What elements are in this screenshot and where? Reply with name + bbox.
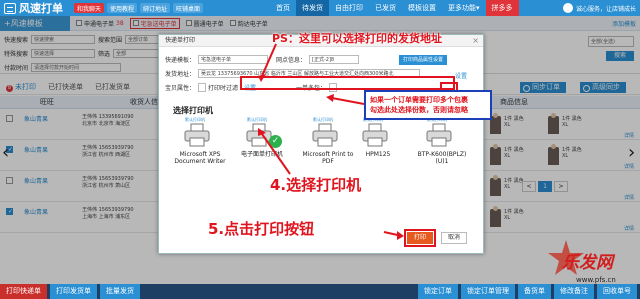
field-option: 打印时过滤 [208, 85, 239, 92]
main-nav: 首页 待发货 自由打印 已发货 模板设置 更多功能▾ 拼多多 [270, 0, 519, 16]
printer-icon [362, 123, 388, 147]
lock-manage-button[interactable]: 锁定订单管理 [461, 284, 515, 299]
printer-label: Microsoft Print to PDF [302, 151, 354, 165]
printer-label: 电子面单打印机 [240, 151, 283, 158]
field-label: 宝贝属性： [165, 85, 196, 92]
user-area[interactable]: 诚心服务，让店铺成长 [562, 0, 636, 16]
tutorial-button[interactable]: 使用教程 [107, 3, 138, 13]
annotation-step5: 5.点击打印按钮 [208, 220, 315, 238]
printer-icon [312, 123, 338, 147]
print-invoice-button[interactable]: 打印发货单 [50, 284, 97, 299]
filter-checkbox[interactable] [198, 83, 207, 92]
printer-section-title: 选择打印机 [173, 106, 213, 115]
user-text: 诚心服务，让店铺成长 [575, 5, 636, 13]
nav-shipped[interactable]: 已发货 [369, 0, 402, 16]
nav-home[interactable]: 首页 [270, 0, 296, 16]
nav-template-settings[interactable]: 模板设置 [402, 0, 442, 16]
template-row: 快递模板： 宅急送电子单 网点信息： [正式-2]8 [165, 55, 360, 64]
printer-label: Microsoft XPS Document Writer [174, 151, 226, 165]
bind-address-button[interactable]: 绑订地址 [140, 3, 171, 13]
print-attr-settings-button[interactable]: 打印商品属性设置 [399, 55, 448, 65]
annotation-text: 如果一个订单需要打印多个包裹 [370, 96, 468, 104]
nav-pending-shipment[interactable]: 待发货 [296, 0, 329, 16]
selected-check-icon: ✓ [269, 135, 282, 148]
top-app-bar: 风速打单 和我聊天 使用教程 绑订地址 旺铺桌面 首页 待发货 自由打印 已发货… [0, 0, 640, 16]
chat-button[interactable]: 和我聊天 [74, 3, 105, 13]
app-title: 风速打单 [19, 2, 63, 15]
printer-option[interactable]: 默认打印机 Microsoft Print to PDF [301, 117, 355, 179]
field-label: 快递模板： [165, 57, 196, 64]
watermark-logo: 乐发网 www.pfs.cn [546, 238, 634, 296]
avatar [562, 3, 573, 13]
desktop-button[interactable]: 旺铺桌面 [173, 3, 204, 13]
printer-option[interactable]: 默认打印机 HPM125 [351, 117, 405, 179]
bottom-action-bar: 打印快递单 打印发货单 批量发货 锁定订单 锁定订单管理 备货单 修改备注 回收… [0, 284, 640, 299]
sender-address-highlight [240, 76, 455, 90]
logo-icon [4, 2, 16, 14]
sender-settings-link[interactable]: 设置 [455, 71, 467, 80]
template-select[interactable]: 宅急送电子单 [198, 55, 269, 64]
close-icon[interactable]: × [472, 36, 479, 45]
network-select[interactable]: [正式-2]8 [309, 55, 360, 64]
field-label: 网点信息： [276, 57, 307, 64]
annotation-text: 勾选此处选择份数，否则请忽略 [370, 106, 468, 114]
printer-option-selected[interactable]: 默认打印机 ✓ 电子面单打印机 [235, 117, 289, 179]
app-logo: 风速打单 [0, 0, 74, 16]
batch-ship-button[interactable]: 批量发货 [100, 284, 140, 299]
nav-more[interactable]: 更多功能▾ [442, 0, 486, 16]
print-express-button[interactable]: 打印快递单 [0, 284, 47, 299]
nav-pinduoduo[interactable]: 拼多多 [485, 0, 519, 16]
printer-icon [184, 123, 210, 147]
printer-label: HPM125 [365, 151, 391, 158]
watermark-url: www.pfs.cn [576, 276, 616, 284]
annotation-step4: 4.选择打印机 [270, 176, 362, 194]
print-dialog: 快递单打印 × 快递模板： 宅急送电子单 网点信息： [正式-2]8 打印商品属… [158, 34, 484, 254]
field-label: 发货地址： [165, 71, 196, 78]
cancel-button[interactable]: 取消 [441, 232, 467, 244]
watermark-text: 乐发网 [562, 253, 613, 273]
lock-order-button[interactable]: 锁定订单 [418, 284, 458, 299]
printer-icon [246, 123, 272, 147]
printer-icon [426, 123, 452, 147]
annotation-address-note: PS：这里可以选择打印的发货地址 [272, 32, 442, 45]
print-button-highlight [404, 229, 436, 247]
printer-option[interactable]: 默认打印机 Microsoft XPS Document Writer [173, 117, 227, 179]
printer-label: BTP-K600(BPLZ) (U)1 [417, 151, 467, 165]
annotation-multipackage-box: 如果一个订单需要打印多个包裹 勾选此处选择份数，否则请忽略 [364, 90, 492, 120]
printer-option[interactable]: 默认打印机 BTP-K600(BPLZ) (U)1 [415, 117, 469, 179]
nav-free-print[interactable]: 自由打印 [329, 0, 369, 16]
